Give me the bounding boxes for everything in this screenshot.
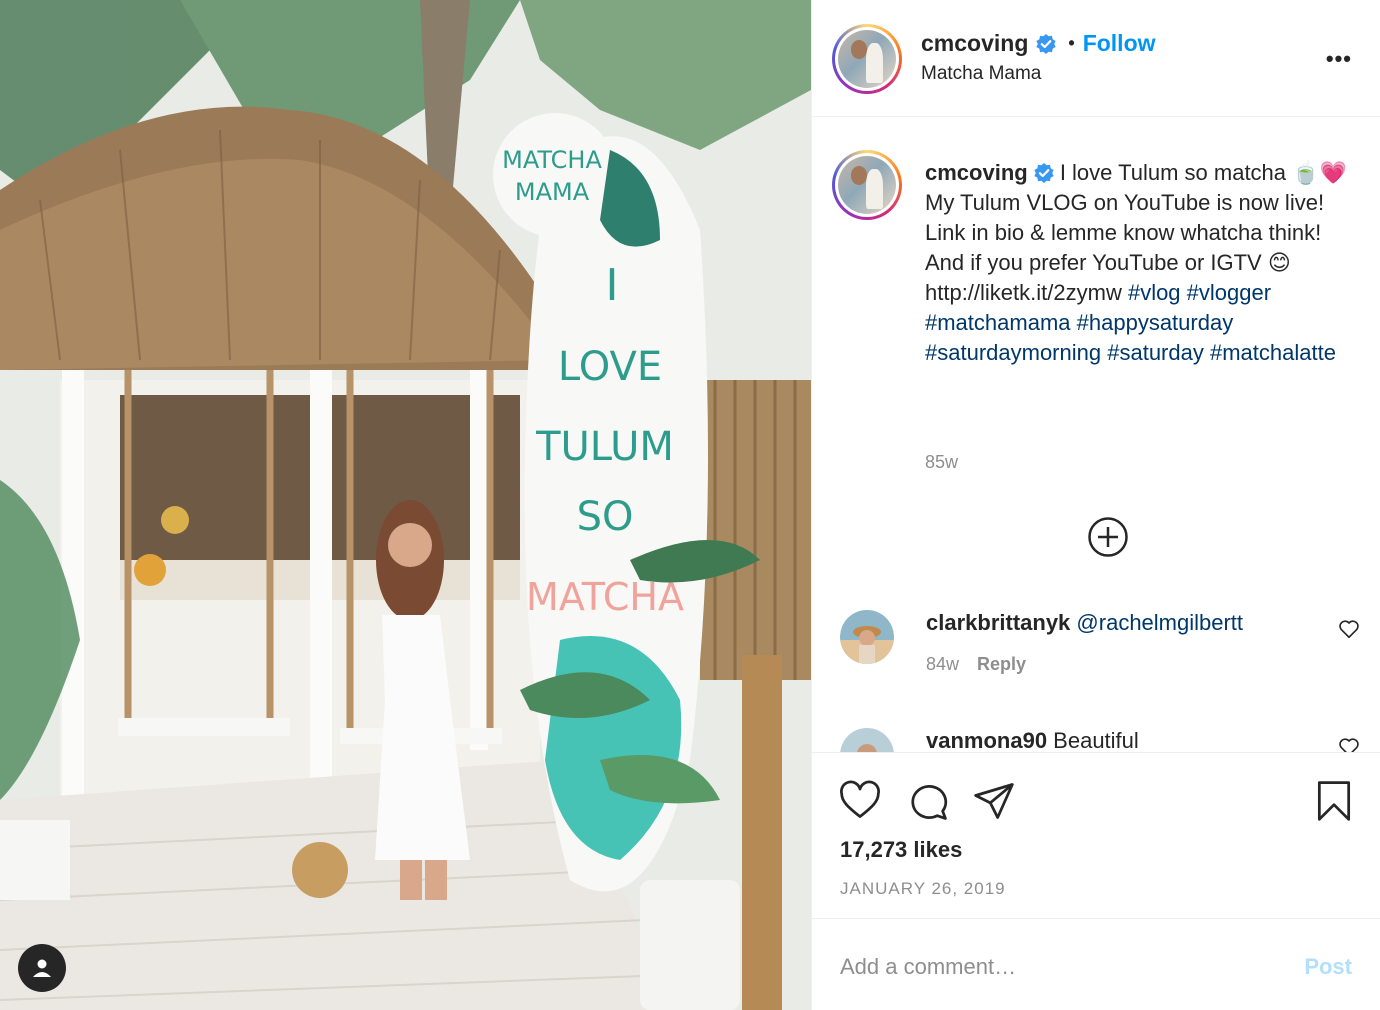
reply-button[interactable]: Reply <box>977 654 1026 674</box>
load-more-comments-icon[interactable] <box>1087 516 1129 558</box>
commenter-username[interactable]: clarkbrittanyk <box>926 610 1070 635</box>
hashtag-link[interactable]: #happysaturday <box>1077 310 1234 335</box>
sign-text-matcha-top: MATCHA <box>502 146 602 174</box>
comment-like-heart-icon[interactable] <box>1338 736 1360 752</box>
author-avatar[interactable] <box>832 24 902 94</box>
hashtag-link[interactable]: #saturday <box>1107 340 1204 365</box>
hashtag-link[interactable]: #matchalatte <box>1210 340 1336 365</box>
hashtag-link[interactable]: #matchamama <box>925 310 1071 335</box>
follow-button[interactable]: Follow <box>1083 30 1156 57</box>
likes-count[interactable]: 17,273 likes <box>840 837 962 863</box>
caption-verified-badge-icon <box>1034 163 1054 183</box>
commenter-avatar[interactable] <box>840 728 894 752</box>
share-paper-plane-icon[interactable] <box>972 779 1016 823</box>
author-username[interactable]: cmcoving <box>921 30 1028 57</box>
post-side-panel: cmcoving • Follow Matcha Mama ••• cmcovi… <box>811 0 1380 1010</box>
hashtag-link[interactable]: #saturdaymorning <box>925 340 1101 365</box>
commenter-avatar[interactable] <box>840 610 894 664</box>
sign-text-i: I <box>606 260 619 311</box>
sign-text-love: LOVE <box>558 344 662 390</box>
post-image: MATCHA MAMA I LOVE TULUM SO MATCHA <box>0 0 811 1010</box>
more-options-icon[interactable]: ••• <box>1326 46 1352 72</box>
caption-author-avatar[interactable] <box>832 150 902 220</box>
header-separator: • <box>1068 33 1075 53</box>
commenter-username[interactable]: vanmona90 <box>926 728 1047 752</box>
verified-badge-icon <box>1036 33 1056 54</box>
comment-bubble-icon[interactable] <box>906 779 950 823</box>
sign-text-mama: MAMA <box>515 178 590 206</box>
hashtag-link[interactable]: #vlog <box>1128 280 1181 305</box>
caption-timestamp[interactable]: 85w <box>925 452 958 473</box>
comment-body: Beautiful <box>1047 728 1139 752</box>
post-caption: cmcoving I love Tulum so matcha 🍵💗 My Tu… <box>925 158 1355 368</box>
add-comment-bar: Post <box>812 918 1380 1010</box>
post-header: cmcoving • Follow Matcha Mama ••• <box>812 0 1380 117</box>
comment-text: clarkbrittanyk @rachelmgilbertt <box>926 610 1243 636</box>
comment-like-heart-icon[interactable] <box>1338 618 1360 640</box>
comment-item: clarkbrittanyk @rachelmgilbertt 84w Reply <box>840 610 1370 700</box>
post-date[interactable]: JANUARY 26, 2019 <box>840 879 1006 899</box>
comment-timestamp[interactable]: 84w <box>926 654 959 674</box>
comments-section[interactable]: cmcoving I love Tulum so matcha 🍵💗 My Tu… <box>812 118 1380 752</box>
post-photo[interactable]: MATCHA MAMA I LOVE TULUM SO MATCHA <box>0 0 811 1010</box>
user-tag-icon[interactable] <box>18 944 66 992</box>
mention-link[interactable]: @rachelmgilbertt <box>1076 610 1243 635</box>
comment-meta: 84w Reply <box>926 654 1026 675</box>
save-bookmark-icon[interactable] <box>1312 779 1356 823</box>
post-actions: 17,273 likes JANUARY 26, 2019 <box>812 752 1380 918</box>
caption-username[interactable]: cmcoving <box>925 160 1028 185</box>
hashtag-link[interactable]: #vlogger <box>1187 280 1271 305</box>
add-comment-input[interactable] <box>840 947 1260 987</box>
post-comment-button[interactable]: Post <box>1304 954 1352 980</box>
like-heart-icon[interactable] <box>838 779 882 823</box>
comment-item: vanmona90 Beautiful <box>840 728 1370 752</box>
sign-text-so: SO <box>577 494 634 540</box>
comment-text: vanmona90 Beautiful <box>926 728 1139 752</box>
post-location[interactable]: Matcha Mama <box>921 63 1041 85</box>
sign-text-tulum: TULUM <box>535 424 674 470</box>
